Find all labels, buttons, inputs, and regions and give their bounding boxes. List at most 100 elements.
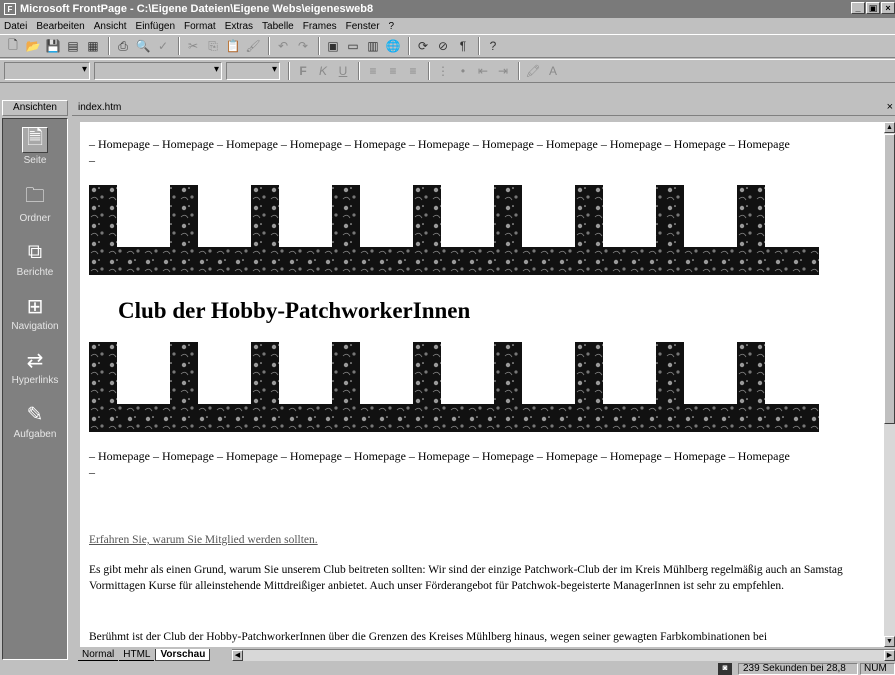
bullets-icon[interactable]: • [454, 62, 472, 80]
nav-line-tail: – [89, 153, 95, 167]
view-tasks[interactable]: ✎ Aufgaben [3, 401, 67, 441]
close-button[interactable]: × [881, 2, 895, 14]
view-page[interactable]: 🗎 Seite [3, 127, 67, 166]
nav-line-text[interactable]: – Homepage – Homepage – Homepage – Homep… [89, 137, 790, 151]
toolbar-separator [288, 62, 290, 80]
preview-icon[interactable]: 🔍 [134, 37, 152, 55]
insert-component-icon[interactable]: ▣ [324, 37, 342, 55]
view-label: Hyperlinks [11, 375, 59, 386]
views-bar-header: Ansichten [2, 100, 68, 116]
paragraph-fame: Berühmt ist der Club der Hobby-Patchwork… [89, 631, 768, 643]
menu-help[interactable]: ? [389, 21, 395, 32]
scroll-left-icon[interactable]: ◀ [232, 650, 243, 661]
toolbar-separator [408, 37, 410, 55]
menu-tabelle[interactable]: Tabelle [262, 21, 294, 32]
membership-link[interactable]: Erfahren Sie, warum Sie Mitglied werden … [89, 532, 874, 548]
toolbar-separator [358, 62, 360, 80]
menu-frames[interactable]: Frames [303, 21, 337, 32]
align-right-icon[interactable]: ≡ [404, 62, 422, 80]
tab-normal[interactable]: Normal [78, 649, 119, 661]
window-controls: _ ▣ × [851, 2, 895, 14]
style-dropdown[interactable] [4, 62, 90, 80]
view-label: Ordner [19, 213, 51, 224]
menu-bar: Datei Bearbeiten Ansicht Einfügen Format… [0, 18, 895, 34]
view-folders[interactable]: 🗀 Ordner [3, 185, 67, 224]
toolbar-separator [518, 62, 520, 80]
tab-html[interactable]: HTML [119, 649, 155, 661]
toolbar-separator [108, 37, 110, 55]
toolbar-separator [478, 37, 480, 55]
highlight-icon[interactable]: 🖍 [524, 62, 542, 80]
stop-icon[interactable]: ⊘ [434, 37, 452, 55]
frontpage-app-icon[interactable]: F [4, 3, 16, 15]
save-icon[interactable]: 💾 [44, 37, 62, 55]
toolbar-separator [178, 37, 180, 55]
maximize-button[interactable]: ▣ [866, 2, 880, 14]
menu-datei[interactable]: Datei [4, 21, 27, 32]
copy-icon[interactable]: ⎘ [204, 37, 222, 55]
increase-indent-icon[interactable]: ⇥ [494, 62, 512, 80]
help-icon[interactable]: ? [484, 37, 502, 55]
format-painter-icon[interactable]: 🖌 [244, 37, 262, 55]
nav-line-top: – Homepage – Homepage – Homepage – Homep… [89, 136, 879, 168]
page-icon: 🗎 [22, 127, 48, 153]
menu-bearbeiten[interactable]: Bearbeiten [36, 21, 84, 32]
horizontal-scrollbar[interactable]: ◀ ▶ [232, 649, 895, 661]
nav-line-text[interactable]: – Homepage – Homepage – Homepage – Homep… [89, 449, 790, 463]
menu-fenster[interactable]: Fenster [346, 21, 380, 32]
italic-icon[interactable]: K [314, 62, 332, 80]
decrease-indent-icon[interactable]: ⇤ [474, 62, 492, 80]
page-preview[interactable]: – Homepage – Homepage – Homepage – Homep… [80, 122, 884, 647]
view-label: Seite [23, 155, 47, 166]
font-size-dropdown[interactable] [226, 62, 280, 80]
numbering-icon[interactable]: ⋮ [434, 62, 452, 80]
font-dropdown[interactable] [94, 62, 222, 80]
show-all-icon[interactable]: ¶ [454, 37, 472, 55]
menu-format[interactable]: Format [184, 21, 216, 32]
scroll-up-icon[interactable]: ▲ [884, 122, 895, 133]
tab-preview[interactable]: Vorschau [155, 649, 211, 661]
menu-ansicht[interactable]: Ansicht [94, 21, 127, 32]
document-filename: index.htm [78, 102, 122, 113]
bold-icon[interactable]: F [294, 62, 312, 80]
insert-picture-icon[interactable]: ▥ [364, 37, 382, 55]
formatting-toolbar: F K U ≡ ≡ ≡ ⋮ • ⇤ ⇥ 🖍 A [0, 59, 895, 83]
scroll-right-icon[interactable]: ▶ [884, 650, 895, 661]
vertical-scrollbar[interactable]: ▲ ▼ [884, 122, 895, 647]
paste-icon[interactable]: 📋 [224, 37, 242, 55]
insert-table-icon[interactable]: ▭ [344, 37, 362, 55]
open-icon[interactable]: 📂 [24, 37, 42, 55]
new-page-icon[interactable]: 🗋 [4, 37, 22, 55]
cut-icon[interactable]: ✂ [184, 37, 202, 55]
scroll-thumb[interactable] [884, 134, 895, 424]
spelling-icon[interactable]: ✓ [154, 37, 172, 55]
underline-icon[interactable]: U [334, 62, 352, 80]
folder-icon: 🗀 [25, 185, 45, 207]
page-heading: Club der Hobby-PatchworkerInnen [118, 298, 471, 323]
download-time: 239 Sekunden bei 28,8 [738, 663, 858, 675]
toolbar-separator [318, 37, 320, 55]
views-bar: 🗎 Seite 🗀 Ordner ⧉ Berichte ⊞ Navigation… [2, 118, 68, 660]
redo-icon[interactable]: ↷ [294, 37, 312, 55]
align-left-icon[interactable]: ≡ [364, 62, 382, 80]
undo-icon[interactable]: ↶ [274, 37, 292, 55]
view-hyperlinks[interactable]: ⇄ Hyperlinks [3, 347, 67, 387]
font-color-icon[interactable]: A [544, 62, 562, 80]
window-title: Microsoft FrontPage - C:\Eigene Dateien\… [20, 3, 374, 15]
view-label: Navigation [11, 321, 59, 332]
reports-icon: ⧉ [27, 240, 43, 263]
document-tab[interactable]: index.htm × [72, 100, 895, 116]
scroll-down-icon[interactable]: ▼ [884, 636, 895, 647]
minimize-button[interactable]: _ [851, 2, 865, 14]
close-document-icon[interactable]: × [887, 100, 893, 115]
view-reports[interactable]: ⧉ Berichte [3, 239, 67, 279]
refresh-icon[interactable]: ⟳ [414, 37, 432, 55]
menu-einfuegen[interactable]: Einfügen [136, 21, 175, 32]
align-center-icon[interactable]: ≡ [384, 62, 402, 80]
print-icon[interactable]: ⎙ [114, 37, 132, 55]
view-navigation[interactable]: ⊞ Navigation [3, 293, 67, 333]
menu-extras[interactable]: Extras [225, 21, 253, 32]
publish-icon[interactable]: ▤ [64, 37, 82, 55]
folder-list-icon[interactable]: ▦ [84, 37, 102, 55]
hyperlink-icon[interactable]: 🌐 [384, 37, 402, 55]
